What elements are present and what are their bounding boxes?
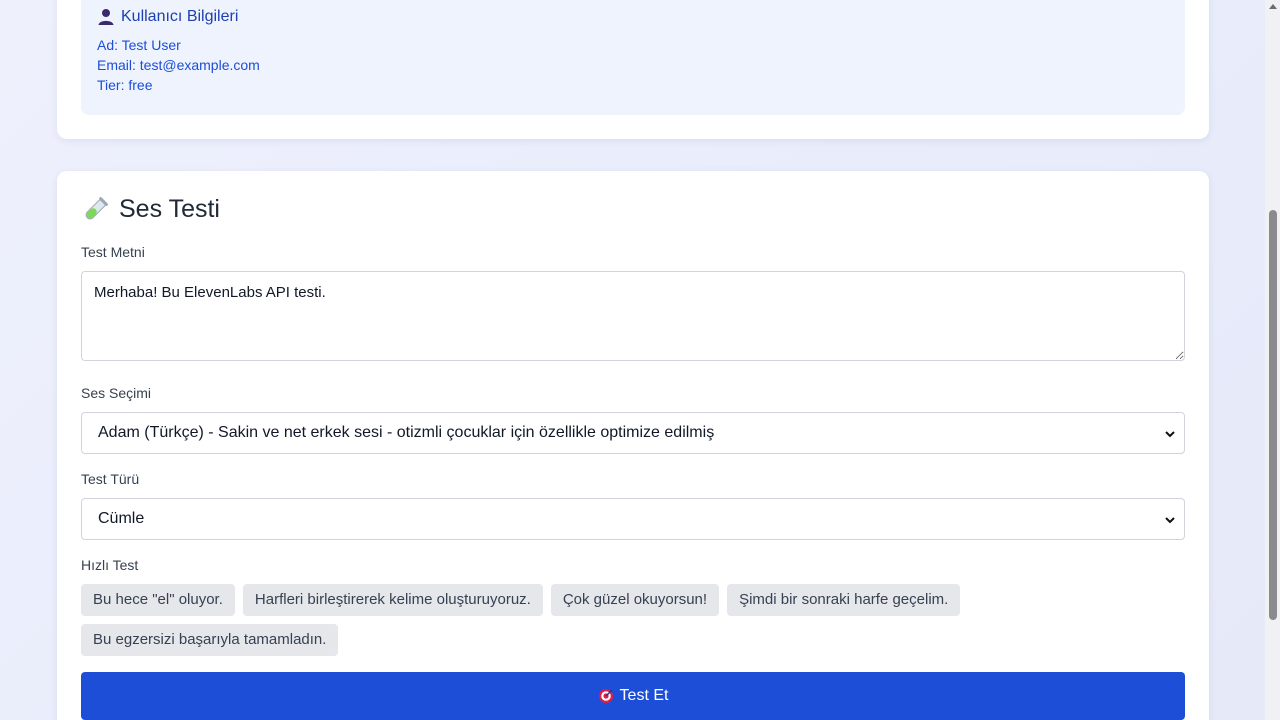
voice-test-title: Ses Testi bbox=[119, 195, 220, 223]
quick-test-chip[interactable]: Şimdi bir sonraki harfe geçelim. bbox=[727, 584, 961, 616]
voice-test-header: Ses Testi bbox=[81, 195, 220, 224]
user-info-title: Kullanıcı Bilgileri bbox=[121, 8, 239, 25]
scrollbar-thumb[interactable] bbox=[1269, 210, 1277, 620]
voice-select-label: Ses Seçimi bbox=[81, 385, 152, 401]
page-scrollbar[interactable] bbox=[1265, 0, 1280, 720]
scroll-up-icon[interactable] bbox=[1269, 4, 1277, 9]
test-type-value: Cümle bbox=[98, 510, 145, 527]
user-name: Ad: Test User bbox=[97, 37, 181, 53]
target-icon bbox=[598, 688, 614, 704]
user-tier: Tier: free bbox=[97, 77, 153, 93]
quick-test-chip[interactable]: Çok güzel okuyorsun! bbox=[550, 584, 720, 616]
test-text-label: Test Metni bbox=[81, 244, 145, 260]
test-button-label: Test Et bbox=[619, 687, 669, 704]
test-text-input[interactable]: Merhaba! Bu ElevenLabs API testi. bbox=[81, 271, 1185, 361]
chevron-down-icon bbox=[1164, 513, 1176, 525]
user-info-box: Kullanıcı Bilgileri Ad: Test User Email:… bbox=[81, 0, 1185, 115]
voice-select[interactable]: Adam (Türkçe) - Sakin ve net erkek sesi … bbox=[81, 412, 1185, 454]
user-card: Kullanıcı Bilgileri Ad: Test User Email:… bbox=[57, 0, 1209, 139]
quick-test-chip[interactable]: Bu hece "el" oluyor. bbox=[81, 584, 235, 616]
test-button[interactable]: Test Et bbox=[81, 672, 1185, 720]
user-info-header: Kullanıcı Bilgileri bbox=[97, 8, 1169, 26]
quick-test-chip[interactable]: Bu egzersizi başarıyla tamamladın. bbox=[81, 624, 339, 656]
test-type-select[interactable]: Cümle bbox=[81, 498, 1185, 540]
user-email: Email: test@example.com bbox=[97, 57, 260, 73]
quick-test-list: Bu hece "el" oluyor. Harfleri birleştirer… bbox=[81, 584, 1185, 664]
voice-test-card: Ses Testi Test Metni Merhaba! Bu ElevenL… bbox=[57, 171, 1209, 720]
test-tube-icon bbox=[81, 196, 109, 224]
voice-select-value: Adam (Türkçe) - Sakin ve net erkek sesi … bbox=[98, 424, 715, 441]
quick-test-chip[interactable]: Harfleri birleştirerek kelime oluşturuyo… bbox=[242, 584, 543, 616]
user-icon bbox=[97, 8, 115, 26]
chevron-down-icon bbox=[1164, 427, 1176, 439]
quick-test-label: Hızlı Test bbox=[81, 557, 139, 573]
test-type-label: Test Türü bbox=[81, 471, 140, 487]
